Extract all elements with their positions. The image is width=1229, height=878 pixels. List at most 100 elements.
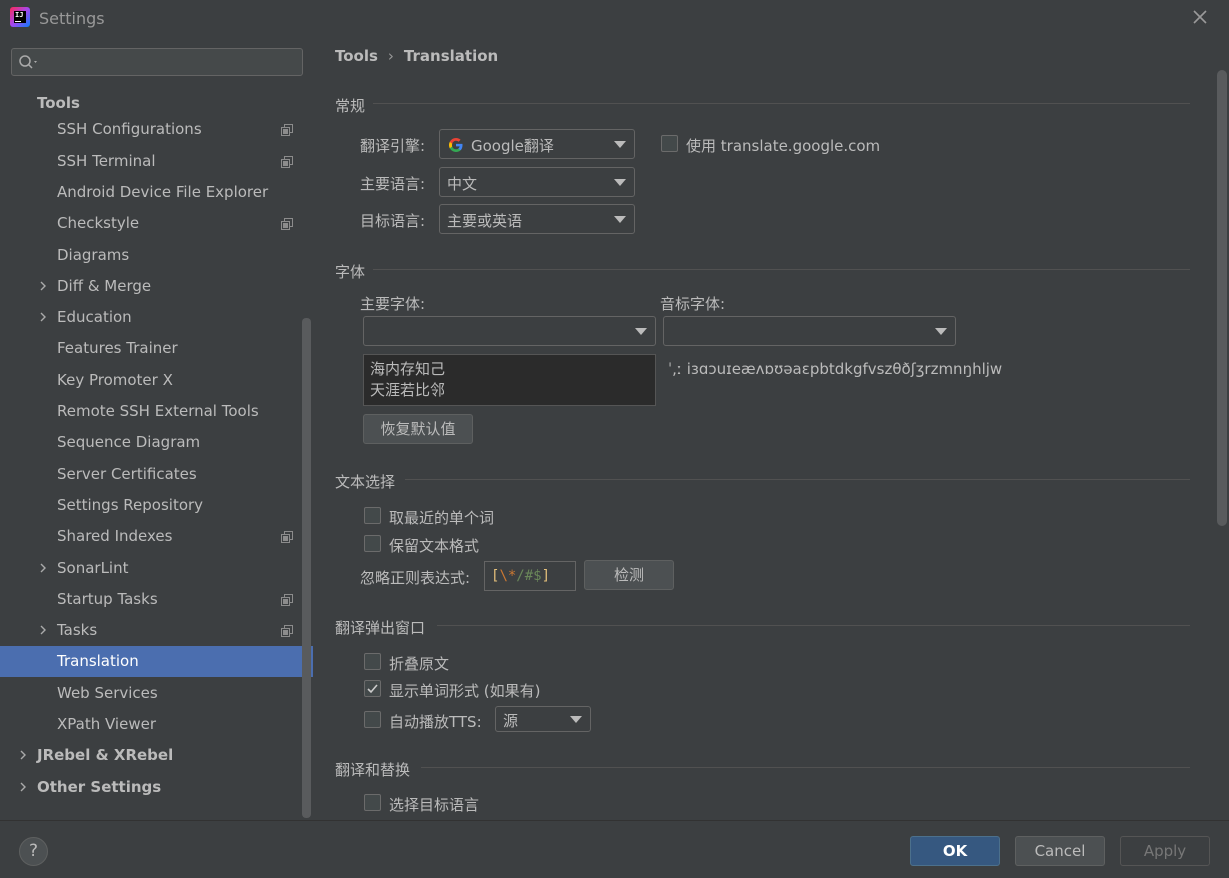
sidebar-item-startup-tasks[interactable]: Startup Tasks (0, 584, 313, 615)
select-target-label: 选择目标语言 (389, 796, 480, 814)
sidebar-item-web-services[interactable]: Web Services (0, 678, 313, 709)
chevron-down-icon (614, 141, 626, 148)
sidebar-scrollbar[interactable] (302, 318, 311, 818)
auto-tts-checkbox[interactable] (364, 711, 381, 728)
ignore-regex-label: 忽略正则表达式: (360, 569, 471, 587)
nearest-word-checkbox[interactable] (364, 507, 381, 524)
preview-line-1: 海内存知己 (370, 360, 446, 378)
sidebar-item-diff-merge[interactable]: Diff & Merge (0, 271, 313, 302)
sidebar-item-label: SSH Configurations (57, 120, 202, 139)
sidebar-item-android-device-file-explorer[interactable]: Android Device File Explorer (0, 177, 313, 208)
sidebar-item-tasks[interactable]: Tasks (0, 615, 313, 646)
breadcrumb: Tools › Translation (335, 47, 498, 65)
ok-button[interactable]: OK (910, 836, 1000, 866)
show-word-forms-checkbox[interactable] (364, 680, 381, 697)
settings-search-input[interactable] (11, 48, 303, 76)
phonetic-font-dropdown[interactable] (663, 316, 956, 346)
chevron-right-icon[interactable] (38, 281, 48, 291)
sidebar-item-label: SonarLint (57, 558, 129, 577)
sidebar-item-settings-repository[interactable]: Settings Repository (0, 490, 313, 521)
sidebar-item-label: Tasks (57, 621, 98, 640)
sidebar-item-label: Checkstyle (57, 214, 140, 233)
dialog-footer: ? OK Cancel Apply (0, 820, 1229, 878)
cancel-button[interactable]: Cancel (1015, 836, 1105, 866)
sidebar-item-diagrams[interactable]: Diagrams (0, 240, 313, 271)
section-divider (373, 103, 1190, 104)
section-divider (437, 625, 1190, 626)
ignore-regex-input[interactable]: [\*/#$] (484, 561, 576, 591)
sidebar-item-server-certificates[interactable]: Server Certificates (0, 459, 313, 490)
sidebar-item-label: Remote SSH External Tools (57, 402, 259, 420)
sidebar-item-xpath-viewer[interactable]: XPath Viewer (0, 709, 313, 740)
primary-language-value: 中文 (447, 175, 478, 193)
font-preview-text: 海内存知己 天涯若比邻 (370, 359, 445, 401)
sidebar-item-label: Android Device File Explorer (57, 182, 269, 201)
primary-language-label: 主要语言: (360, 175, 426, 193)
sidebar-item-ssh-configurations[interactable]: SSH Configurations (0, 114, 313, 145)
section-general-title: 常规 (335, 97, 366, 115)
sidebar-item-checkstyle[interactable]: Checkstyle (0, 208, 313, 239)
intellij-logo-icon: IJ (10, 7, 30, 27)
chevron-down-icon (614, 179, 626, 186)
chevron-right-icon[interactable] (38, 312, 48, 322)
sidebar-item-database[interactable]: Database (0, 106, 313, 114)
sidebar-item-sonarlint[interactable]: SonarLint (0, 553, 313, 584)
sidebar-item-key-promoter-x[interactable]: Key Promoter X (0, 365, 313, 396)
regex-escape: \* (499, 568, 517, 584)
sidebar-item-features-trainer[interactable]: Features Trainer (0, 333, 313, 364)
breadcrumb-root[interactable]: Tools (335, 47, 378, 65)
regex-chars: /#$ (516, 568, 542, 584)
sidebar-item-jrebel-xrebel[interactable]: JRebel & XRebel (0, 740, 313, 771)
chevron-down-icon (635, 328, 647, 335)
engine-dropdown[interactable]: Google翻译 (439, 129, 635, 159)
apply-button[interactable]: Apply (1120, 836, 1210, 866)
settings-sidebar: Tools DatabaseSSH ConfigurationsSSH Term… (0, 36, 313, 820)
settings-content: Tools › Translation 常规 翻译引擎: Google翻译 使用 t… (313, 36, 1229, 820)
show-word-forms-label: 显示单词形式 (如果有) (389, 682, 541, 700)
sidebar-item-ssh-terminal[interactable]: SSH Terminal (0, 146, 313, 177)
project-level-icon (281, 155, 293, 168)
breadcrumb-current: Translation (403, 47, 499, 65)
chevron-right-icon[interactable] (18, 750, 28, 760)
project-level-icon (281, 218, 293, 231)
sidebar-item-label: Other Settings (37, 777, 162, 796)
sidebar-item-label: Shared Indexes (57, 527, 173, 546)
sidebar-item-label: Web Services (57, 683, 158, 702)
project-level-icon (281, 593, 293, 606)
sidebar-item-label: Diagrams (57, 245, 130, 264)
restore-defaults-button[interactable]: 恢复默认值 (363, 414, 473, 444)
sidebar-item-translation[interactable]: Translation (0, 646, 313, 678)
sidebar-item-label: XPath Viewer (57, 715, 156, 733)
sidebar-item-shared-indexes[interactable]: Shared Indexes (0, 521, 313, 552)
keep-format-label: 保留文本格式 (389, 537, 480, 555)
sidebar-item-sequence-diagram[interactable]: Sequence Diagram (0, 427, 313, 458)
close-icon[interactable] (1191, 8, 1209, 26)
checkmark-icon (367, 684, 378, 694)
target-language-value: 主要或英语 (447, 212, 523, 230)
sidebar-item-education[interactable]: Education (0, 302, 313, 333)
primary-language-dropdown[interactable]: 中文 (439, 167, 635, 197)
sidebar-item-remote-ssh-external-tools[interactable]: Remote SSH External Tools (0, 396, 313, 427)
primary-font-dropdown[interactable] (363, 316, 656, 346)
select-target-checkbox[interactable] (364, 794, 381, 811)
chevron-right-icon[interactable] (38, 563, 48, 573)
sidebar-item-other-settings[interactable]: Other Settings (0, 772, 313, 803)
check-regex-button[interactable]: 检测 (584, 560, 674, 590)
search-icon (19, 55, 37, 69)
sidebar-item-label: Features Trainer (57, 339, 178, 358)
nearest-word-label: 取最近的单个词 (389, 509, 495, 527)
chevron-right-icon[interactable] (38, 625, 48, 635)
use-google-checkbox[interactable] (661, 135, 678, 152)
section-popup-title: 翻译弹出窗口 (335, 619, 426, 637)
target-language-dropdown[interactable]: 主要或英语 (439, 204, 635, 234)
regex-close-bracket: ] (541, 568, 551, 584)
keep-format-checkbox[interactable] (364, 535, 381, 552)
engine-value: Google翻译 (471, 137, 554, 155)
content-scrollbar[interactable] (1217, 70, 1227, 526)
help-button[interactable]: ? (19, 837, 48, 866)
fold-original-checkbox[interactable] (364, 653, 381, 670)
tts-source-dropdown[interactable]: 源 (495, 706, 591, 732)
chevron-right-icon[interactable] (18, 782, 28, 792)
sidebar-item-label: Diff & Merge (57, 276, 152, 295)
chevron-down-icon (614, 216, 626, 223)
